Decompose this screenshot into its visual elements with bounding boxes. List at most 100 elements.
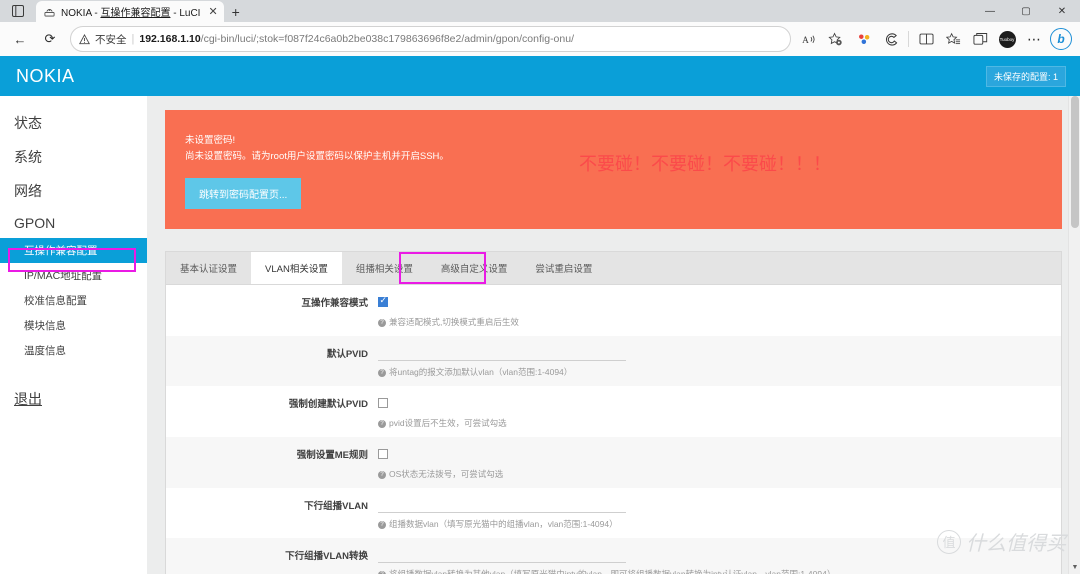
field-control: ? OS状态无法拨号，可尝试勾选: [378, 445, 1061, 480]
alert-message: 尚未设置密码。请为root用户设置密码以保护主机并开启SSH。: [185, 151, 449, 162]
field-control: ? pvid设置后不生效，可尝试勾选: [378, 394, 1061, 429]
default-pvid-input[interactable]: [378, 344, 626, 361]
field-help: ? 将untag的报文添加默认vlan（vlan范围:1-4094）: [378, 366, 1041, 378]
avatar[interactable]: Tuoboy: [994, 26, 1020, 52]
read-aloud-icon[interactable]: A: [797, 27, 821, 51]
scrollbar-thumb[interactable]: [1071, 96, 1079, 228]
scroll-down-arrow[interactable]: ▼: [1069, 562, 1080, 574]
sidebar-item-interop-config[interactable]: 互操作兼容配置: [0, 238, 147, 263]
form-row: 互操作兼容模式 ?兼容适配模式,切换模式重启后生效: [166, 285, 1061, 336]
form-row: 强制设置ME规则 ? OS状态无法拨号，可尝试勾选: [166, 437, 1061, 488]
maximize-button[interactable]: ▢: [1008, 0, 1044, 22]
field-control: ?兼容适配模式,切换模式重启后生效: [378, 293, 1061, 328]
field-help: ? OS状态无法拨号，可尝试勾选: [378, 468, 1041, 480]
field-label: 下行组播VLAN转换: [285, 551, 368, 562]
field-label: 默认PVID: [326, 349, 368, 360]
browser-window: NOKIA - 互操作兼容配置 - LuCI ✕ + — ▢ ✕ ← ⟳ 不安全…: [0, 0, 1080, 574]
page-viewport: NOKIA 未保存的配置: 1 状态 系统 网络 GPON 互操作兼容配置 IP…: [0, 56, 1080, 574]
window-controls: — ▢ ✕: [972, 0, 1080, 22]
goto-password-config-button[interactable]: 跳转到密码配置页...: [185, 178, 302, 209]
field-help: ?将组播数据vlan转换为其他vlan（填写原光猫中iptv的vlan，即可将组…: [378, 568, 1041, 574]
browser-titlebar: NOKIA - 互操作兼容配置 - LuCI ✕ + — ▢ ✕: [0, 0, 1080, 22]
form-row: 默认PVID ? 将untag的报文添加默认vlan（vlan范围:1-4094）: [166, 336, 1061, 386]
field-help: ? pvid设置后不生效，可尝试勾选: [378, 417, 1041, 429]
field-control: ? 组播数据vlan（填写原光猫中的组播vlan，vlan范围:1-4094）: [378, 496, 1061, 530]
browser-essentials-icon[interactable]: [878, 26, 904, 52]
sidebar-item-module-info[interactable]: 模块信息: [0, 313, 147, 338]
not-secure-label: 不安全: [95, 33, 127, 46]
sidebar-item-temperature-info[interactable]: 温度信息: [0, 338, 147, 363]
extensions-icon[interactable]: [851, 26, 877, 52]
not-secure-icon: [79, 33, 90, 45]
field-control: ? 将untag的报文添加默认vlan（vlan范围:1-4094）: [378, 344, 1061, 378]
downstream-multicast-vlan-translate-input[interactable]: [378, 546, 626, 563]
help-icon: ?: [378, 471, 386, 479]
config-form: 互操作兼容模式 ?兼容适配模式,切换模式重启后生效 默认PVID ?将untag…: [166, 285, 1061, 574]
tab-strip: 基本认证设置 VLAN相关设置 组播相关设置 高级自定义设置 尝试重启设置: [166, 252, 1061, 285]
browser-tab-title: NOKIA - 互操作兼容配置 - LuCI: [61, 8, 201, 19]
form-row: 下行组播VLAN ? 组播数据vlan（填写原光猫中的组播vlan，vlan范围:…: [166, 488, 1061, 538]
page-title: NOKIA: [16, 65, 75, 86]
router-icon: [44, 6, 55, 17]
logout-link[interactable]: 退出: [0, 389, 147, 409]
favorite-star-icon[interactable]: [823, 27, 847, 51]
interop-mode-checkbox[interactable]: [378, 295, 388, 307]
field-help: ? 组播数据vlan（填写原光猫中的组播vlan，vlan范围:1-4094）: [378, 518, 1041, 530]
address-bar[interactable]: 不安全 | 192.168.1.10/cgi-bin/luci/;stok=f0…: [70, 26, 791, 52]
browser-tab[interactable]: NOKIA - 互操作兼容配置 - LuCI ✕: [36, 1, 224, 22]
help-icon: ?: [378, 319, 386, 327]
main-content: 未设置密码! 尚未设置密码。请为root用户设置密码以保护主机并开启SSH。 跳…: [147, 96, 1080, 574]
field-control: ?将组播数据vlan转换为其他vlan（填写原光猫中iptv的vlan，即可将组…: [378, 546, 1061, 574]
browser-toolbar-icons: Tuoboy ⋯ b: [849, 26, 1074, 52]
sidebar-item-calibration-config[interactable]: 校准信息配置: [0, 288, 147, 313]
unsaved-changes-badge[interactable]: 未保存的配置: 1: [985, 65, 1066, 87]
browser-navbar: ← ⟳ 不安全 | 192.168.1.10/cgi-bin/luci/;sto…: [0, 22, 1080, 56]
profile-initials: Tuoboy: [998, 30, 1016, 48]
sidebar-item-status[interactable]: 状态: [0, 106, 147, 140]
sidebar-item-ip-mac-config[interactable]: IP/MAC地址配置: [0, 263, 147, 288]
more-options-icon[interactable]: ⋯: [1021, 26, 1047, 52]
svg-text:A: A: [802, 36, 809, 46]
downstream-multicast-vlan-input[interactable]: [378, 496, 626, 513]
page-body: 状态 系统 网络 GPON 互操作兼容配置 IP/MAC地址配置 校准信息配置 …: [0, 96, 1080, 574]
config-panel: 基本认证设置 VLAN相关设置 组播相关设置 高级自定义设置 尝试重启设置 互操…: [165, 251, 1062, 574]
force-me-rule-checkbox[interactable]: [378, 448, 388, 459]
tab-list-icon[interactable]: [0, 0, 36, 22]
force-create-default-pvid-checkbox[interactable]: [378, 397, 388, 408]
tab-vlan-settings[interactable]: VLAN相关设置: [251, 252, 342, 284]
url-text: 192.168.1.10/cgi-bin/luci/;stok=f087f24c…: [139, 33, 574, 45]
close-window-button[interactable]: ✕: [1044, 0, 1080, 22]
tab-basic-auth[interactable]: 基本认证设置: [166, 252, 251, 284]
tab-close-icon[interactable]: ✕: [208, 5, 217, 18]
sidebar-item-system[interactable]: 系统: [0, 140, 147, 174]
minimize-button[interactable]: —: [972, 0, 1008, 22]
copilot-pages-icon[interactable]: [967, 26, 993, 52]
back-icon[interactable]: ←: [6, 25, 34, 53]
form-row: 强制创建默认PVID ? pvid设置后不生效，可尝试勾选: [166, 386, 1061, 437]
page-scrollbar[interactable]: ▲ ▼: [1068, 96, 1080, 574]
omnibox-right-icons: A: [797, 27, 847, 51]
tab-try-reboot[interactable]: 尝试重启设置: [521, 252, 606, 284]
field-label: 强制设置ME规则: [296, 450, 368, 461]
copilot-icon[interactable]: b: [1048, 26, 1074, 52]
luci-header: NOKIA 未保存的配置: 1: [0, 56, 1080, 96]
split-screen-icon[interactable]: [913, 26, 939, 52]
refresh-icon[interactable]: ⟳: [36, 25, 64, 53]
field-help: ? 兼容适配模式,切换模式重启后生效: [378, 316, 1041, 328]
password-warning-banner: 未设置密码! 尚未设置密码。请为root用户设置密码以保护主机并开启SSH。 跳…: [165, 110, 1062, 229]
omnibox-separator: |: [131, 33, 135, 45]
collections-icon[interactable]: [940, 26, 966, 52]
field-label: 下行组播VLAN: [304, 501, 368, 512]
alert-title: 未设置密码!: [185, 135, 236, 146]
copilot-glyph: b: [1050, 28, 1072, 50]
toolbar-divider: [908, 31, 909, 47]
new-tab-button[interactable]: +: [224, 1, 248, 22]
field-label: 互操作兼容模式: [301, 298, 368, 309]
sidebar-item-gpon[interactable]: GPON: [0, 208, 147, 238]
tab-advanced-custom[interactable]: 高级自定义设置: [427, 252, 522, 284]
sidebar-item-network[interactable]: 网络: [0, 174, 147, 208]
field-label: 强制创建默认PVID: [288, 399, 368, 410]
tab-multicast-settings[interactable]: 组播相关设置: [342, 252, 427, 284]
help-icon: ?: [378, 420, 386, 428]
help-icon: ?: [378, 369, 386, 377]
